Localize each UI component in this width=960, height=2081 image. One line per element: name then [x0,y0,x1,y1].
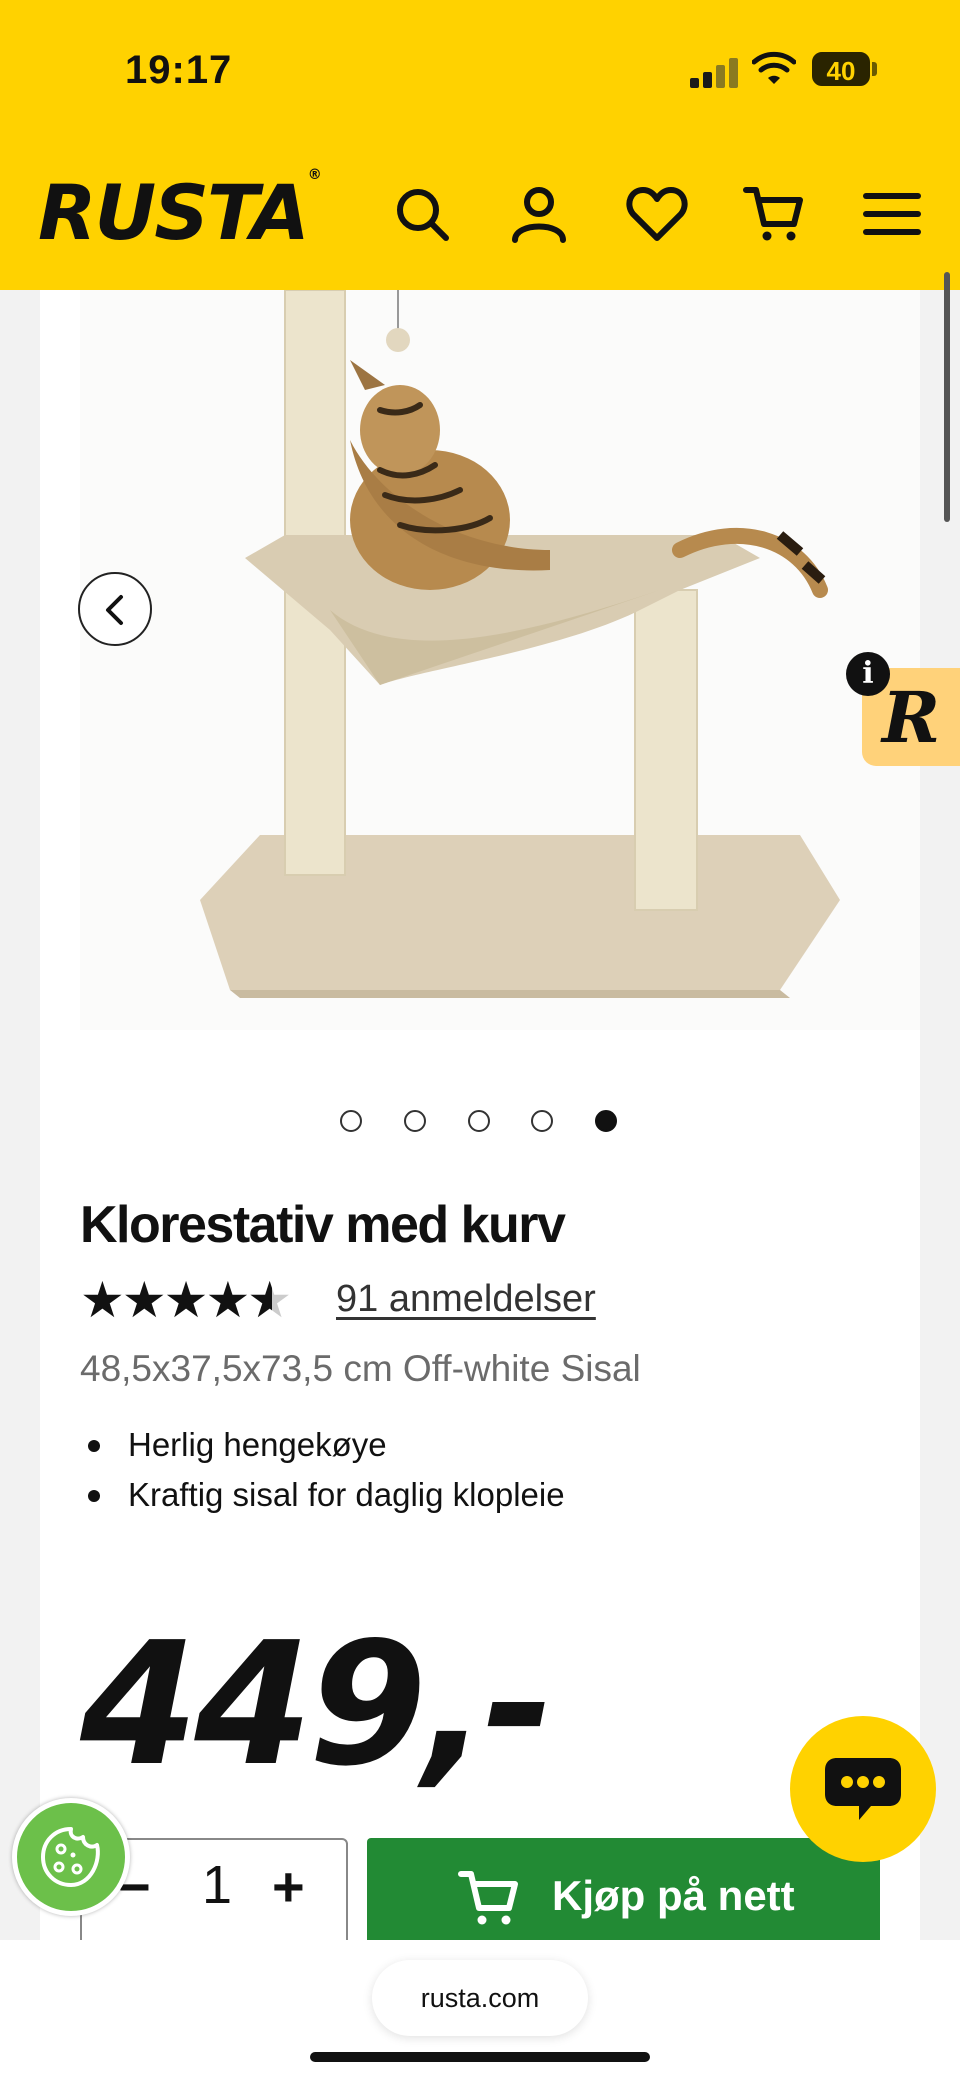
buy-button-label: Kjøp på nett [552,1872,795,1919]
heart-icon[interactable] [625,182,689,246]
info-icon[interactable]: i [846,652,890,696]
half-star-icon: ★ ★ [247,1272,292,1328]
product-highlights: Herlig hengekøye Kraftig sisal for dagli… [80,1420,565,1520]
rating-stars: ★★★★★ ★ [80,1272,292,1328]
product-subtitle: 48,5x37,5x73,5 cm Off-white Sisal [80,1348,641,1389]
image-pagination [340,1110,640,1140]
account-icon[interactable] [507,182,571,246]
home-indicator[interactable] [310,2052,650,2062]
rusta-logo[interactable]: RUSTA® [38,166,322,257]
image-dot-1[interactable] [340,1110,362,1132]
previous-image-button[interactable] [78,572,152,646]
widget-logo: R [882,676,941,759]
site-header: RUSTA® [0,140,960,290]
registered-mark: ® [307,166,322,183]
product-card: Klorestativ med kurv ★★★★★ ★ 91 anmeldels… [40,290,920,1958]
quantity-value[interactable]: 1 [202,1854,232,1916]
status-time: 19:17 [125,48,233,92]
cart-icon [458,1871,518,1925]
image-dot-2[interactable] [404,1110,426,1132]
cookie-settings-button[interactable] [12,1798,130,1916]
address-bar[interactable]: rusta.com [372,1960,588,2036]
status-bar: 19:17 40 [0,0,960,140]
chat-bubble-icon [825,1758,901,1820]
battery-icon: 40 [812,52,870,86]
browser-bottom-bar: rusta.com [0,1940,960,2081]
increase-quantity-button[interactable]: + [272,1854,305,1919]
cellular-signal-icon [690,58,738,88]
cart-icon[interactable] [742,182,806,246]
menu-icon[interactable] [860,182,924,246]
image-dot-3[interactable] [468,1110,490,1132]
product-title: Klorestativ med kurv [80,1196,566,1254]
wifi-icon [752,51,796,84]
product-price: 449,- [80,1606,554,1804]
cookie-icon [41,1827,100,1887]
reviews-link[interactable]: 91 anmeldelser [336,1278,596,1321]
product-image[interactable] [80,290,920,1030]
highlight-item: Herlig hengekøye [80,1420,565,1470]
battery-cap [872,62,877,76]
image-dot-4[interactable] [531,1110,553,1132]
page-scrollbar[interactable] [944,272,950,522]
chat-button[interactable] [790,1716,936,1862]
logo-text: RUSTA [38,168,310,257]
search-icon[interactable] [390,182,454,246]
image-dot-5[interactable] [595,1110,617,1132]
highlight-item: Kraftig sisal for daglig klopleie [80,1470,565,1520]
